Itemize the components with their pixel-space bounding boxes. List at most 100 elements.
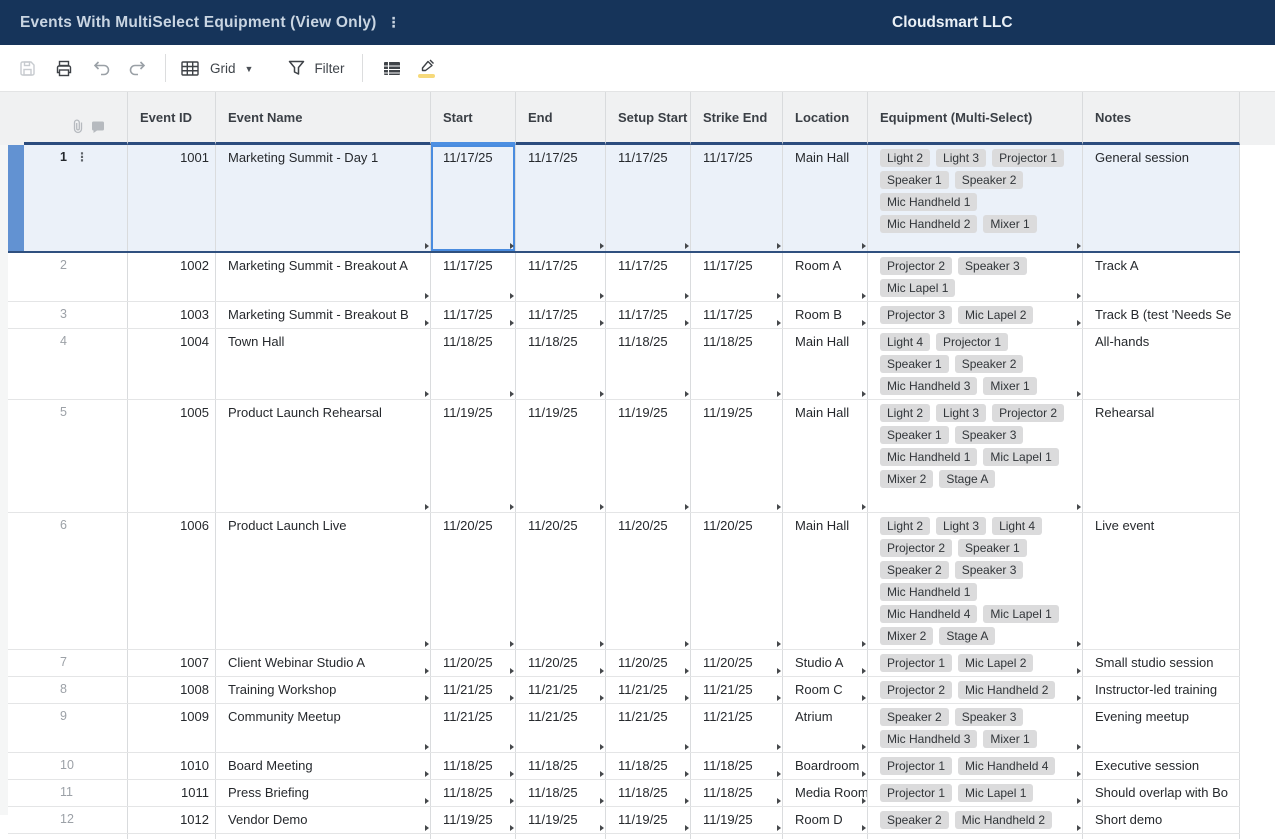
column-header-notes[interactable]: Notes: [1083, 92, 1240, 145]
cell-strike_end[interactable]: 11/17/25: [691, 253, 783, 301]
row-number[interactable]: 9: [24, 704, 128, 752]
cell-location[interactable]: Atrium: [783, 704, 868, 752]
cell-strike_end[interactable]: 11/20/25: [691, 650, 783, 676]
cell-location[interactable]: Main Hall: [783, 145, 868, 251]
cell-setup_start[interactable]: 11/21/25: [606, 677, 691, 703]
cell-start[interactable]: 11/17/25: [431, 145, 516, 251]
cell-event_name[interactable]: Client Webinar Studio A: [216, 650, 431, 676]
row-menu-icon[interactable]: ⋮: [76, 151, 88, 164]
cell-end[interactable]: 11/20/25: [516, 513, 606, 649]
print-icon[interactable]: [51, 53, 77, 83]
row-number[interactable]: 11: [24, 780, 128, 806]
cell-notes[interactable]: Short demo: [1083, 807, 1240, 833]
cell-notes[interactable]: Instructor-led training: [1083, 677, 1240, 703]
cell-notes[interactable]: Track B (test 'Needs Se: [1083, 302, 1240, 328]
cell-event_id[interactable]: 1005: [128, 400, 216, 512]
cell-location[interactable]: Media Room: [783, 780, 868, 806]
cell-start[interactable]: 11/19/25: [431, 807, 516, 833]
column-header-strike_end[interactable]: Strike End: [691, 92, 783, 145]
cell-event_name[interactable]: Marketing Summit - Breakout B: [216, 302, 431, 328]
cell-start[interactable]: 11/20/25: [431, 513, 516, 649]
cell-strike_end[interactable]: 11/18/25: [691, 780, 783, 806]
cell-setup_start[interactable]: 11/17/25: [606, 145, 691, 251]
column-header-setup_start[interactable]: Setup Start: [606, 92, 691, 145]
row-number[interactable]: 3: [24, 302, 128, 328]
cell-start[interactable]: 11/18/25: [431, 753, 516, 779]
cell-notes[interactable]: Should overlap with Bo: [1083, 780, 1240, 806]
cell-notes[interactable]: Executive session: [1083, 753, 1240, 779]
row-selection-bar[interactable]: [8, 650, 24, 676]
row-number[interactable]: 8: [24, 677, 128, 703]
cell-strike_end[interactable]: 11/18/25: [691, 753, 783, 779]
cell-start[interactable]: 11/18/25: [431, 780, 516, 806]
cell-event_id[interactable]: 1010: [128, 753, 216, 779]
row-number[interactable]: 12: [24, 807, 128, 833]
cell-end[interactable]: 11/18/25: [516, 780, 606, 806]
cell-strike_end[interactable]: 11/18/25: [691, 329, 783, 399]
cell-setup_start[interactable]: 11/20/25: [606, 513, 691, 649]
cell-strike_end[interactable]: 11/17/25: [691, 145, 783, 251]
cell-location[interactable]: Room C: [783, 677, 868, 703]
column-header-end[interactable]: End: [516, 92, 606, 145]
row-number[interactable]: 6: [24, 513, 128, 649]
cell-setup_start[interactable]: 11/21/25: [606, 704, 691, 752]
cell-equipment[interactable]: Light 4 Projector 1 Speaker 1 Speaker 2 Mic …: [868, 329, 1083, 399]
cell-setup_start[interactable]: 11/19/25: [606, 807, 691, 833]
cell-event_name[interactable]: Marketing Summit - Day 1: [216, 145, 431, 251]
cell-end[interactable]: 11/21/25: [516, 704, 606, 752]
cell-strike_end[interactable]: 11/20/25: [691, 513, 783, 649]
cell-event_id[interactable]: 1001: [128, 145, 216, 251]
table-rows-icon[interactable]: [379, 53, 405, 83]
redo-icon[interactable]: [125, 53, 151, 83]
cell-strike_end[interactable]: 11/21/25: [691, 677, 783, 703]
cell-end[interactable]: 11/18/25: [516, 329, 606, 399]
cell-event_id[interactable]: 1011: [128, 780, 216, 806]
cell-start[interactable]: 11/19/25: [431, 400, 516, 512]
cell-event_id[interactable]: 1009: [128, 704, 216, 752]
cell-location[interactable]: Main Hall: [783, 329, 868, 399]
cell-equipment[interactable]: Light 2 Light 3 Projector 2 Speaker 1 Speake…: [868, 400, 1083, 512]
row-selection-bar[interactable]: [8, 302, 24, 328]
cell-end[interactable]: 11/17/25: [516, 145, 606, 251]
cell-location[interactable]: Room B: [783, 302, 868, 328]
row-number[interactable]: 2: [24, 253, 128, 301]
row-selection-bar[interactable]: [8, 145, 24, 251]
cell-equipment[interactable]: Projector 1 Mic Lapel 2: [868, 650, 1083, 676]
cell-equipment[interactable]: Speaker 2 Mic Handheld 2: [868, 807, 1083, 833]
view-selector-label[interactable]: Grid: [210, 61, 236, 76]
row-selection-bar[interactable]: [8, 780, 24, 806]
dropdown-caret-icon[interactable]: ▼: [245, 64, 254, 74]
cell-setup_start[interactable]: 11/18/25: [606, 329, 691, 399]
cell-start[interactable]: 11/18/25: [431, 329, 516, 399]
cell-equipment[interactable]: Projector 2 Mic Handheld 2: [868, 677, 1083, 703]
cell-event_id[interactable]: 1003: [128, 302, 216, 328]
row-number[interactable]: 4: [24, 329, 128, 399]
cell-equipment[interactable]: Light 2 Light 3 Projector 1 Speaker 1 Speake…: [868, 145, 1083, 251]
row-selection-bar[interactable]: [8, 753, 24, 779]
row-number[interactable]: 1 ⋮: [24, 145, 128, 251]
cell-equipment[interactable]: Projector 2 Speaker 3 Mic Lapel 1: [868, 253, 1083, 301]
row-selection-bar[interactable]: [8, 513, 24, 649]
cell-strike_end[interactable]: 11/21/25: [691, 704, 783, 752]
cell-location[interactable]: Main Hall: [783, 513, 868, 649]
cell-start[interactable]: 11/21/25: [431, 704, 516, 752]
cell-notes[interactable]: Evening meetup: [1083, 704, 1240, 752]
filter-icon[interactable]: [283, 53, 309, 83]
gutter-header[interactable]: [24, 92, 128, 145]
row-number[interactable]: 5: [24, 400, 128, 512]
row-number[interactable]: 10: [24, 753, 128, 779]
row-selection-bar[interactable]: [8, 253, 24, 301]
row-selection-bar[interactable]: [8, 400, 24, 512]
cell-location[interactable]: Room D: [783, 807, 868, 833]
cell-strike_end[interactable]: 11/19/25: [691, 807, 783, 833]
cell-notes[interactable]: All-hands: [1083, 329, 1240, 399]
column-header-start[interactable]: Start: [431, 92, 516, 145]
cell-equipment[interactable]: Projector 3 Mic Lapel 2: [868, 302, 1083, 328]
cell-end[interactable]: 11/19/25: [516, 807, 606, 833]
row-selection-bar[interactable]: [8, 329, 24, 399]
cell-location[interactable]: Main Hall: [783, 400, 868, 512]
cell-setup_start[interactable]: 11/18/25: [606, 780, 691, 806]
cell-end[interactable]: 11/18/25: [516, 753, 606, 779]
column-header-event_name[interactable]: Event Name: [216, 92, 431, 145]
cell-start[interactable]: 11/17/25: [431, 253, 516, 301]
